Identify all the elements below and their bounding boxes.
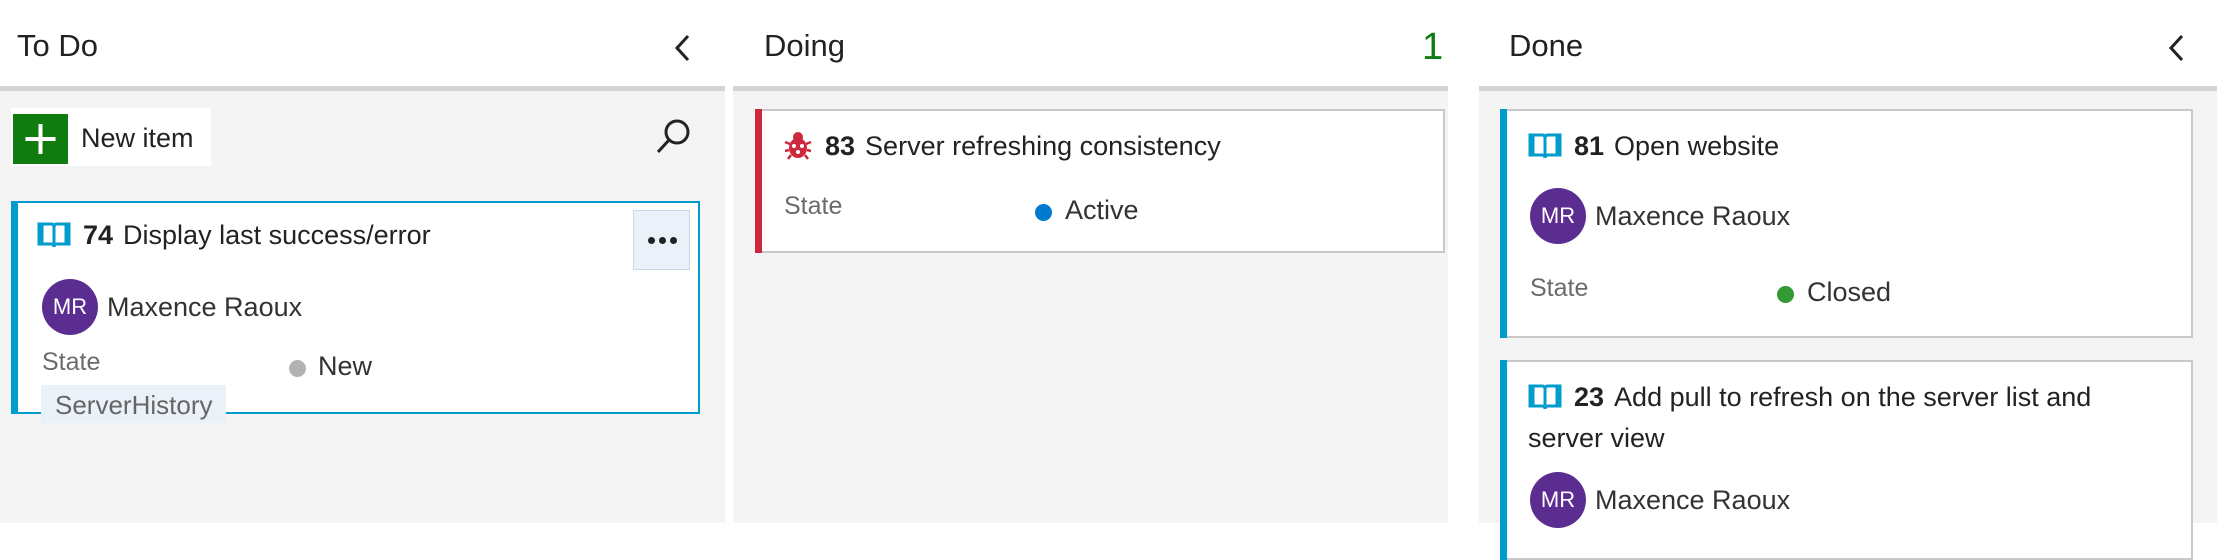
card-type-stripe	[755, 109, 762, 253]
column-header: Done	[1479, 0, 2217, 91]
card-title[interactable]: Server refreshing consistency	[865, 131, 1221, 161]
card-title-row: 83 Server refreshing consistency	[783, 128, 1423, 169]
work-item-card[interactable]: 74 Display last success/error MR Maxence …	[11, 201, 700, 423]
state-label: State	[784, 192, 843, 220]
column-body: 83 Server refreshing consistency State Ac…	[733, 91, 1448, 523]
column-header: To Do	[0, 0, 725, 91]
card-title-row: 74 Display last success/error	[37, 217, 678, 258]
plus-icon	[13, 114, 68, 164]
card-title[interactable]: Open website	[1614, 131, 1779, 161]
card-id[interactable]: 81	[1574, 131, 1604, 161]
avatar: MR	[42, 279, 98, 335]
column-to-do: To Do New item 74 Display last success/er…	[0, 0, 725, 523]
avatar: MR	[1530, 472, 1586, 528]
column-title: Doing	[764, 28, 845, 63]
chevron-left-icon[interactable]	[668, 30, 698, 66]
state-indicator	[1035, 204, 1052, 221]
state-indicator	[1777, 286, 1794, 303]
tag-badge[interactable]: ServerHistory	[41, 385, 227, 423]
column-header: Doing 1	[733, 0, 1448, 91]
state-value[interactable]: Active	[1065, 195, 1139, 226]
card-id[interactable]: 23	[1574, 382, 1604, 412]
search-icon[interactable]	[652, 116, 694, 158]
card-type-stripe	[1500, 360, 1507, 560]
card-title-row: 81 Open website	[1528, 128, 2171, 169]
card-id[interactable]: 74	[83, 220, 113, 250]
state-value[interactable]: Closed	[1807, 277, 1891, 308]
assignee-name[interactable]: Maxence Raoux	[107, 292, 302, 323]
card-title-row: 23 Add pull to refresh on the server list…	[1528, 379, 2151, 456]
state-value[interactable]: New	[318, 351, 372, 382]
state-indicator	[289, 360, 306, 377]
assignee-name[interactable]: Maxence Raoux	[1595, 485, 1790, 516]
column-title: Done	[1509, 28, 1584, 63]
card-title[interactable]: Display last success/error	[123, 220, 431, 250]
card-id[interactable]: 83	[825, 131, 855, 161]
user-story-book-icon	[1528, 132, 1562, 169]
bug-icon	[783, 130, 813, 169]
card-title[interactable]: Add pull to refresh on the server list a…	[1528, 382, 2091, 453]
work-item-card[interactable]: 83 Server refreshing consistency State Ac…	[755, 109, 1445, 253]
state-label: State	[42, 348, 101, 376]
state-label: State	[1530, 274, 1589, 302]
new-item-button[interactable]: New item	[11, 108, 211, 166]
user-story-book-icon	[37, 221, 71, 258]
work-item-card[interactable]: 81 Open website MR Maxence Raoux State Cl…	[1500, 109, 2193, 338]
user-story-book-icon	[1528, 383, 1562, 420]
work-item-card[interactable]: 23 Add pull to refresh on the server list…	[1500, 360, 2193, 560]
card-type-stripe	[11, 201, 18, 414]
ellipsis-icon[interactable]	[633, 210, 690, 270]
wip-count: 1	[1422, 26, 1444, 68]
column-body: New item 74 Display last success/error MR…	[0, 91, 725, 523]
column-title: To Do	[17, 28, 98, 63]
avatar: MR	[1530, 188, 1586, 244]
column-done: Done 81 Open website MR Maxence Raoux Sta…	[1479, 0, 2217, 560]
card-type-stripe	[1500, 109, 1507, 338]
assignee-name[interactable]: Maxence Raoux	[1595, 201, 1790, 232]
new-item-label: New item	[81, 123, 194, 153]
chevron-left-icon[interactable]	[2162, 30, 2192, 66]
column-body: 81 Open website MR Maxence Raoux State Cl…	[1479, 91, 2217, 560]
column-doing: Doing 1 83 Server refreshing consistency …	[733, 0, 1448, 523]
